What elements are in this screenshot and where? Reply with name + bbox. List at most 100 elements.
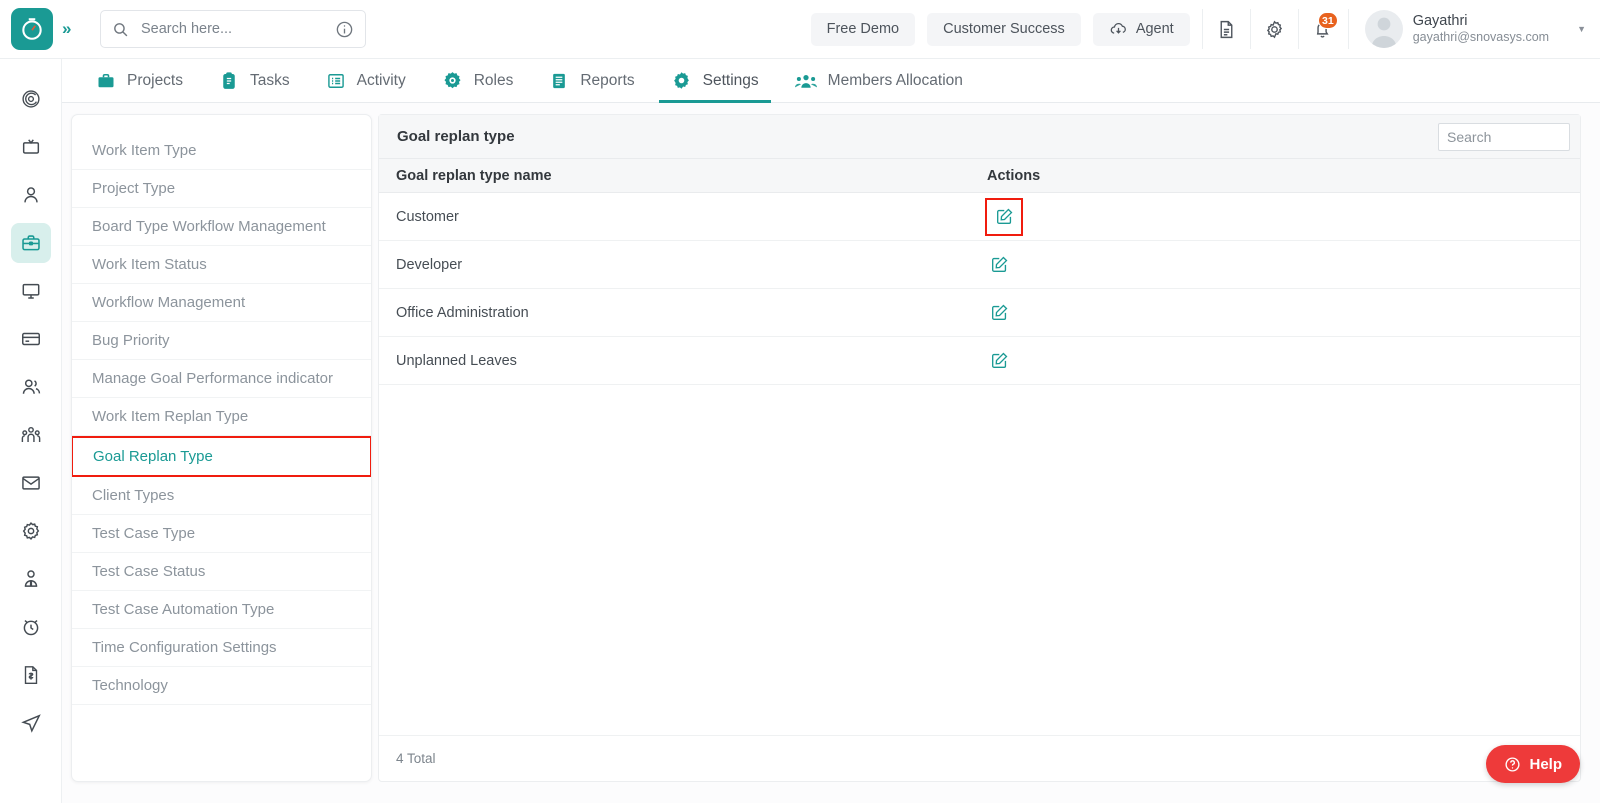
settings-menu-item-goal-replan-type[interactable]: Goal Replan Type (72, 436, 371, 477)
mail-icon[interactable] (11, 463, 51, 503)
panel-search-input[interactable] (1438, 123, 1570, 151)
list-grid-icon (326, 71, 346, 91)
settings-menu-item-label: Client Types (92, 487, 175, 504)
cell-goal-replan-type-name: Unplanned Leaves (396, 352, 517, 369)
group-people-icon[interactable] (11, 415, 51, 455)
document-icon[interactable] (1201, 9, 1250, 49)
main-nav-tabs: Projects Tasks Activity Roles Reports Se… (62, 59, 1600, 103)
briefcase-icon[interactable] (10, 223, 51, 263)
people-group-icon (794, 71, 817, 91)
chevron-down-icon[interactable]: ▼ (1577, 24, 1586, 34)
edit-pencil-icon[interactable] (987, 253, 1011, 277)
left-icon-rail (0, 59, 62, 803)
question-circle-icon (1504, 756, 1521, 773)
report-lines-icon (549, 71, 569, 91)
app-root: » Free Demo Customer Success (0, 0, 1600, 803)
settings-menu-item-technology[interactable]: Technology (72, 667, 371, 705)
agent-button[interactable]: Agent (1092, 12, 1190, 46)
column-header-actions: Actions (987, 167, 1041, 184)
global-search[interactable] (100, 10, 366, 48)
customer-success-label: Customer Success (943, 21, 1065, 37)
clock-logo-icon[interactable] (11, 8, 53, 50)
settings-menu-item-client-types[interactable]: Client Types (72, 477, 371, 515)
user-menu[interactable]: Gayathri gayathri@snovasys.com ▼ (1347, 9, 1600, 49)
settings-menu-item-label: Test Case Automation Type (92, 601, 275, 618)
page-title: Goal replan type (397, 128, 515, 145)
edit-pencil-icon[interactable] (987, 349, 1011, 373)
free-demo-label: Free Demo (826, 21, 900, 37)
settings-menu-item-test-case-status[interactable]: Test Case Status (72, 553, 371, 591)
tab-roles[interactable]: Roles (424, 59, 532, 103)
tab-reports-label: Reports (580, 71, 635, 89)
settings-menu-item-manage-goal-performance-indicator[interactable]: Manage Goal Performance indicator (72, 360, 371, 398)
tab-projects-label: Projects (127, 71, 183, 89)
settings-menu-item-label: Work Item Type (92, 142, 197, 159)
edit-pencil-icon[interactable] (985, 197, 1023, 236)
person-icon[interactable] (11, 175, 51, 215)
notification-badge: 31 (1318, 12, 1338, 29)
desktop-icon[interactable] (11, 271, 51, 311)
alarm-clock-icon[interactable] (11, 607, 51, 647)
help-label: Help (1529, 755, 1562, 773)
tab-members-allocation[interactable]: Members Allocation (777, 59, 981, 103)
target-gear-icon (442, 70, 463, 91)
tab-members-allocation-label: Members Allocation (827, 71, 963, 89)
settings-menu-item-label: Time Configuration Settings (92, 639, 277, 656)
help-button[interactable]: Help (1486, 745, 1580, 783)
settings-menu-item-workflow-management[interactable]: Workflow Management (72, 284, 371, 322)
cell-goal-replan-type-name: Customer (396, 208, 459, 225)
spiral-target-icon[interactable] (11, 79, 51, 119)
panel-header: Goal replan type (379, 115, 1580, 159)
cell-actions (987, 349, 1107, 373)
settings-menu-item-bug-priority[interactable]: Bug Priority (72, 322, 371, 360)
two-people-icon[interactable] (11, 367, 51, 407)
clipboard-icon (219, 71, 239, 91)
cell-actions (985, 197, 1107, 236)
user-email: gayathri@snovasys.com (1412, 30, 1550, 45)
free-demo-button[interactable]: Free Demo (810, 12, 916, 46)
settings-menu-item-label: Manage Goal Performance indicator (92, 370, 333, 387)
notifications-bell[interactable]: 31 (1297, 9, 1346, 49)
settings-menu-item-label: Work Item Replan Type (92, 408, 249, 425)
table-body: Customer Developer Office Administration Un… (379, 193, 1580, 735)
tab-tasks[interactable]: Tasks (201, 59, 308, 103)
table-header-row: Goal replan type name Actions (379, 159, 1580, 193)
double-chevron-right-icon[interactable]: » (62, 19, 88, 39)
tab-activity[interactable]: Activity (308, 59, 424, 103)
settings-menu-item-work-item-type[interactable]: Work Item Type (72, 132, 371, 170)
send-paper-plane-icon[interactable] (11, 703, 51, 743)
goal-replan-type-panel: Goal replan type Goal replan type name A… (378, 114, 1581, 782)
tab-settings-label: Settings (702, 71, 759, 89)
settings-menu-item-work-item-status[interactable]: Work Item Status (72, 246, 371, 284)
gear-icon[interactable] (11, 511, 51, 551)
settings-menu-item-test-case-type[interactable]: Test Case Type (72, 515, 371, 553)
search-input[interactable] (141, 21, 335, 37)
tab-projects[interactable]: Projects (78, 59, 201, 103)
settings-menu-item-label: Test Case Type (92, 525, 196, 542)
settings-menu-item-project-type[interactable]: Project Type (72, 170, 371, 208)
settings-menu-item-board-type-workflow-management[interactable]: Board Type Workflow Management (72, 208, 371, 246)
tv-monitor-icon[interactable] (11, 127, 51, 167)
edit-pencil-icon[interactable] (987, 301, 1011, 325)
gear-icon[interactable] (1249, 9, 1298, 49)
settings-menu-item-time-configuration-settings[interactable]: Time Configuration Settings (72, 629, 371, 667)
settings-menu-item-label: Bug Priority (92, 332, 170, 349)
settings-menu-panel: Work Item Type Project Type Board Type Wor… (71, 114, 372, 782)
credit-card-icon[interactable] (11, 319, 51, 359)
settings-menu-item-work-item-replan-type[interactable]: Work Item Replan Type (72, 398, 371, 436)
tab-tasks-label: Tasks (250, 71, 290, 89)
settings-menu-item-test-case-automation-type[interactable]: Test Case Automation Type (72, 591, 371, 629)
tab-reports[interactable]: Reports (531, 59, 652, 103)
gear-icon (671, 70, 692, 91)
tab-settings[interactable]: Settings (653, 59, 777, 103)
settings-menu-item-label: Test Case Status (92, 563, 206, 580)
user-info: Gayathri gayathri@snovasys.com (1413, 12, 1549, 46)
invoice-dollar-icon[interactable] (11, 655, 51, 695)
user-tie-icon[interactable] (11, 559, 51, 599)
info-circle-icon[interactable] (335, 20, 354, 39)
cell-actions (987, 253, 1107, 277)
briefcase-icon (96, 71, 116, 91)
tab-activity-label: Activity (356, 71, 406, 89)
table-row: Unplanned Leaves (379, 337, 1580, 385)
customer-success-button[interactable]: Customer Success (927, 12, 1081, 46)
